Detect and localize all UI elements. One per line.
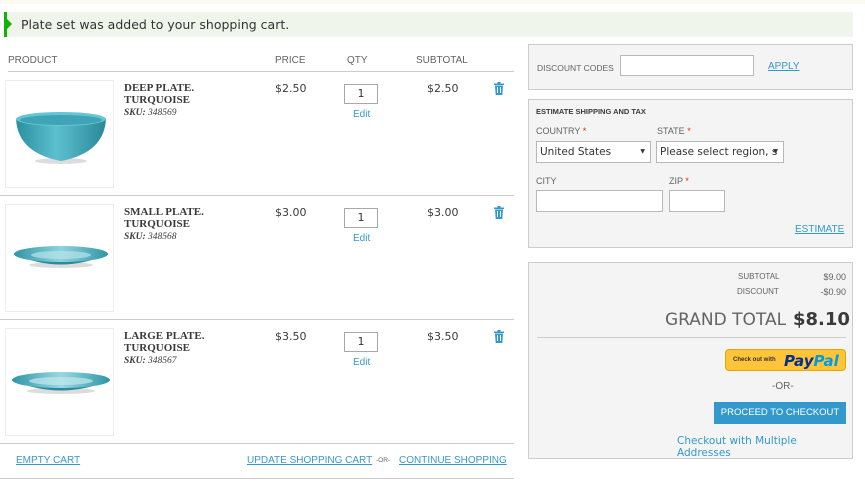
product-image[interactable]: [5, 204, 114, 312]
large-plate-icon: [12, 372, 110, 394]
trash-icon[interactable]: [494, 330, 504, 343]
cart-footer: EMPTY CART UPDATE SHOPPING CART -OR- CON…: [0, 443, 514, 479]
country-select[interactable]: United States ▼: [536, 141, 651, 163]
paypal-pay: Pay: [784, 352, 814, 370]
discount-panel: DISCOUNT CODES APPLY: [528, 44, 853, 90]
update-cart-link[interactable]: UPDATE SHOPPING CART: [247, 455, 372, 466]
product-subtotal: $3.00: [427, 206, 459, 219]
paypal-pal: Pal: [813, 352, 839, 370]
zip-label-text: ZIP: [669, 176, 683, 186]
paypal-logo: PayPal: [784, 352, 839, 370]
zip-input[interactable]: [669, 190, 725, 212]
cart-table-header: PRODUCT PRICE QTY SUBTOTAL: [8, 55, 514, 72]
subtotal-label: SUBTOTAL: [738, 272, 780, 281]
subtotal-value: $9.00: [823, 272, 846, 282]
or-separator: -OR-: [772, 381, 794, 392]
multiple-addresses-link[interactable]: Checkout with Multiple Addresses: [677, 435, 852, 459]
totals-panel: SUBTOTAL $9.00 DISCOUNT -$0.90 GRAND TOT…: [528, 262, 853, 459]
city-input[interactable]: [536, 190, 663, 212]
or-separator: -OR-: [376, 457, 391, 464]
product-subtotal: $2.50: [427, 82, 459, 95]
proceed-to-checkout-button[interactable]: PROCEED TO CHECKOUT: [714, 402, 846, 424]
sku-label: SKU:: [124, 356, 146, 366]
edit-link[interactable]: Edit: [353, 109, 370, 120]
small-plate-icon: [14, 246, 108, 268]
required-mark: *: [687, 126, 691, 136]
product-name[interactable]: DEEP PLATE. TURQUOISE: [124, 82, 234, 106]
table-row: LARGE PLATE. TURQUOISE SKU: 348567 $3.50…: [0, 320, 514, 444]
discount-row-label: DISCOUNT: [737, 287, 779, 296]
qty-input[interactable]: 1: [344, 84, 378, 104]
col-subtotal: SUBTOTAL: [416, 55, 468, 66]
empty-cart-link[interactable]: EMPTY CART: [16, 455, 80, 466]
product-price: $2.50: [275, 82, 307, 95]
sku-value: 348568: [148, 232, 177, 242]
discount-value: -$0.90: [820, 287, 846, 297]
product-sku: SKU: 348567: [124, 356, 177, 366]
sku-value: 348569: [148, 108, 177, 118]
estimate-link[interactable]: ESTIMATE: [795, 224, 844, 235]
sku-label: SKU:: [124, 232, 146, 242]
discount-code-input[interactable]: [620, 55, 754, 76]
success-message: Plate set was added to your shopping car…: [4, 12, 853, 37]
apply-link[interactable]: APPLY: [768, 61, 800, 72]
chevron-down-icon: ▼: [640, 148, 645, 155]
product-sku: SKU: 348569: [124, 108, 177, 118]
product-name[interactable]: SMALL PLATE. TURQUOISE: [124, 206, 234, 230]
trash-icon[interactable]: [494, 206, 504, 219]
country-label-text: COUNTRY: [536, 126, 581, 136]
grand-total-label: GRAND TOTAL: [665, 310, 787, 330]
success-caret-icon: [7, 19, 12, 29]
sku-value: 348567: [148, 356, 177, 366]
success-message-text: Plate set was added to your shopping car…: [21, 17, 290, 32]
country-label: COUNTRY *: [536, 126, 586, 136]
col-price: PRICE: [275, 55, 306, 66]
edit-link[interactable]: Edit: [353, 233, 370, 244]
product-image[interactable]: [5, 80, 114, 188]
state-select[interactable]: Please select region, s ▼: [656, 141, 784, 163]
top-strip: [0, 0, 865, 4]
discount-label: DISCOUNT CODES: [537, 63, 614, 73]
zip-label: ZIP *: [669, 176, 689, 186]
shipping-title: ESTIMATE SHIPPING AND TAX: [536, 107, 646, 116]
qty-input[interactable]: 1: [344, 332, 378, 352]
chevron-down-icon: ▼: [773, 148, 778, 155]
col-qty: QTY: [347, 55, 368, 66]
country-value: United States: [540, 146, 612, 158]
col-product: PRODUCT: [8, 55, 58, 66]
product-price: $3.00: [275, 206, 307, 219]
state-label: STATE *: [657, 126, 691, 136]
product-sku: SKU: 348568: [124, 232, 177, 242]
continue-shopping-link[interactable]: CONTINUE SHOPPING: [399, 455, 507, 466]
state-label-text: STATE: [657, 126, 685, 136]
qty-input[interactable]: 1: [344, 208, 378, 228]
product-subtotal: $3.50: [427, 330, 459, 343]
required-mark: *: [582, 126, 587, 136]
city-label: CITY: [536, 176, 557, 186]
table-row: DEEP PLATE. TURQUOISE SKU: 348569 $2.50 …: [0, 72, 514, 196]
paypal-small-text: Check out with: [733, 357, 776, 363]
shipping-panel: ESTIMATE SHIPPING AND TAX COUNTRY * STAT…: [528, 99, 853, 248]
trash-icon[interactable]: [494, 82, 504, 95]
table-row: SMALL PLATE. TURQUOISE SKU: 348568 $3.00…: [0, 196, 514, 320]
product-price: $3.50: [275, 330, 307, 343]
paypal-button[interactable]: Check out with PayPal: [725, 349, 846, 371]
sku-label: SKU:: [124, 108, 146, 118]
product-name[interactable]: LARGE PLATE. TURQUOISE: [124, 330, 234, 354]
divider: [537, 337, 846, 338]
deep-bowl-icon: [16, 112, 106, 164]
required-mark: *: [685, 176, 689, 186]
state-value: Please select region, s: [660, 146, 778, 158]
edit-link[interactable]: Edit: [353, 357, 370, 368]
product-image[interactable]: [5, 328, 114, 436]
grand-total-value: $8.10: [793, 309, 850, 330]
